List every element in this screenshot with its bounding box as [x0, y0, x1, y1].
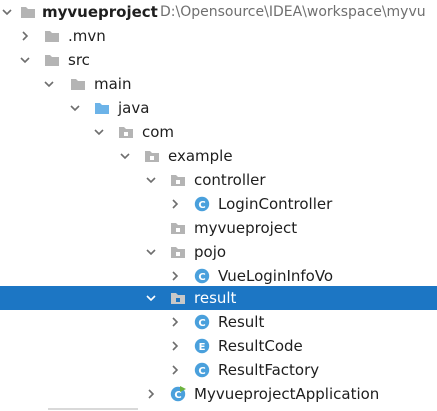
tree-row-com[interactable]: com: [0, 120, 437, 144]
tree-item-label: VueLoginInfoVo: [218, 267, 334, 285]
chevron-down-icon[interactable]: [20, 55, 30, 65]
chevron-down-icon[interactable]: [146, 247, 156, 257]
tree-item-label: java: [118, 99, 150, 117]
folder-icon: [70, 76, 86, 92]
tree-row-java[interactable]: java: [0, 96, 437, 120]
tree-item-label: Result: [218, 313, 265, 331]
chevron-down-icon[interactable]: [120, 151, 130, 161]
tree-row-mvn[interactable]: .mvn: [0, 24, 437, 48]
tree-row-partial: [0, 402, 437, 411]
chevron-down-icon[interactable]: [44, 79, 54, 89]
tree-item-label: LoginController: [218, 195, 333, 213]
chevron-down-icon[interactable]: [2, 7, 12, 17]
tree-item-label: result: [194, 289, 237, 307]
tree-row-result[interactable]: result: [0, 286, 437, 310]
tree-item-label: ResultFactory: [218, 361, 320, 379]
class-icon: C: [194, 362, 210, 378]
chevron-right-icon[interactable]: [170, 365, 180, 375]
tree-row-pojo[interactable]: pojo: [0, 240, 437, 264]
tree-item-label: com: [142, 123, 175, 141]
class-icon: C: [194, 314, 210, 330]
tree-item-label: controller: [194, 171, 266, 189]
chevron-right-icon[interactable]: [170, 271, 180, 281]
tree-item-label: src: [68, 51, 90, 69]
svg-text:C: C: [198, 366, 205, 377]
tree-row-result-class[interactable]: C Result: [0, 310, 437, 334]
folder-icon: [20, 4, 36, 20]
spring-boot-class-icon: C: [170, 386, 186, 402]
tree-row-logincontroller[interactable]: C LoginController: [0, 192, 437, 216]
class-icon: C: [194, 196, 210, 212]
tree-row-myvueproject-package[interactable]: myvueproject: [0, 216, 437, 240]
chevron-right-icon[interactable]: [170, 317, 180, 327]
package-icon: [118, 124, 134, 140]
source-root-folder-icon: [94, 100, 110, 116]
chevron-right-icon[interactable]: [146, 389, 156, 399]
divider: [48, 408, 138, 410]
folder-icon: [44, 52, 60, 68]
tree-item-label: example: [168, 147, 233, 165]
svg-text:C: C: [198, 272, 205, 283]
chevron-down-icon[interactable]: [94, 127, 104, 137]
tree-item-label: .mvn: [68, 27, 106, 45]
chevron-down-icon[interactable]: [146, 293, 156, 303]
tree-row-main[interactable]: main: [0, 72, 437, 96]
svg-text:E: E: [199, 342, 206, 353]
svg-text:C: C: [198, 318, 205, 329]
tree-row-resultcode[interactable]: E ResultCode: [0, 334, 437, 358]
svg-text:C: C: [198, 200, 205, 211]
tree-row-example[interactable]: example: [0, 144, 437, 168]
package-icon: [170, 220, 186, 236]
chevron-down-icon[interactable]: [146, 175, 156, 185]
enum-icon: E: [194, 338, 210, 354]
package-icon: [170, 290, 186, 306]
package-icon: [170, 172, 186, 188]
tree-row-vuelogininfovo[interactable]: C VueLoginInfoVo: [0, 264, 437, 288]
package-icon: [144, 148, 160, 164]
tree-item-label: ResultCode: [218, 337, 303, 355]
chevron-right-icon[interactable]: [20, 31, 30, 41]
package-icon: [170, 244, 186, 260]
tree-row-controller[interactable]: controller: [0, 168, 437, 192]
tree-item-label: main: [94, 75, 132, 93]
chevron-right-icon[interactable]: [170, 341, 180, 351]
tree-row-myvueproject-root[interactable]: myvueproject D:\Opensource\IDEA\workspac…: [0, 0, 437, 24]
project-tree: myvueproject D:\Opensource\IDEA\workspac…: [0, 0, 437, 411]
project-path: D:\Opensource\IDEA\workspace\myvu: [160, 4, 426, 20]
tree-row-src[interactable]: src: [0, 48, 437, 72]
tree-item-label: pojo: [194, 243, 227, 261]
chevron-down-icon[interactable]: [70, 103, 80, 113]
tree-item-label: myvueproject: [42, 3, 158, 21]
tree-row-resultfactory[interactable]: C ResultFactory: [0, 358, 437, 382]
tree-item-label: myvueproject: [194, 219, 298, 237]
class-icon: C: [194, 268, 210, 284]
folder-icon: [44, 28, 60, 44]
chevron-right-icon[interactable]: [170, 199, 180, 209]
